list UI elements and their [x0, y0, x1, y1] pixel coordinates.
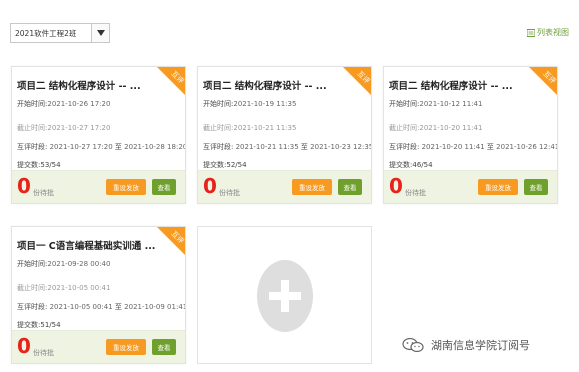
- view-button[interactable]: 查看: [152, 179, 176, 195]
- view-button[interactable]: 查看: [338, 179, 362, 195]
- reset-distribution-button[interactable]: 重设发放: [106, 339, 146, 355]
- review-period: 互评时段: 2021-10-27 17:20 至 2021-10-28 18:2…: [17, 143, 186, 151]
- pending-count: 0: [17, 334, 31, 358]
- view-button[interactable]: 查看: [524, 179, 548, 195]
- card-title[interactable]: 项目二 结构化程序设计 -- ...: [203, 78, 353, 92]
- card-footer: 0 份待批 重设发放 查看: [384, 170, 557, 203]
- list-view-label: 列表视图: [537, 28, 569, 37]
- deadline: 截止时间:2021-10-05 00:41: [17, 284, 111, 292]
- reset-distribution-button[interactable]: 重设发放: [478, 179, 518, 195]
- card-footer: 0 份待批 重设发放 查看: [198, 170, 371, 203]
- card-title[interactable]: 项目二 结构化程序设计 -- ...: [17, 78, 167, 92]
- card-footer: 0 份待批 重设发放 查看: [12, 330, 185, 363]
- watermark-text: 湖南信息学院订阅号: [431, 339, 530, 352]
- deadline: 截止时间:2021-10-20 11:41: [389, 124, 483, 132]
- class-select-value: 2021软件工程2班: [15, 28, 77, 38]
- start-time: 开始时间:2021-10-19 11:35: [203, 100, 297, 108]
- review-period: 互评时段: 2021-10-20 11:41 至 2021-10-26 12:4…: [389, 143, 558, 151]
- deadline: 截止时间:2021-10-21 11:35: [203, 124, 297, 132]
- pending-label: 份待批: [219, 189, 240, 197]
- peer-review-badge: 互评: [343, 67, 371, 95]
- submission-count: 提交数:53/54: [17, 161, 61, 169]
- pending-count: 0: [203, 174, 217, 198]
- start-time: 开始时间:2021-10-26 17:20: [17, 100, 111, 108]
- plus-icon: [257, 260, 313, 332]
- list-view-toggle[interactable]: 列表视图: [527, 27, 569, 38]
- pending-label: 份待批: [33, 189, 54, 197]
- peer-review-badge: 互评: [529, 67, 557, 95]
- review-period: 互评时段: 2021-10-05 00:41 至 2021-10-09 01:4…: [17, 303, 186, 311]
- class-select[interactable]: 2021软件工程2班: [10, 23, 110, 43]
- start-time: 开始时间:2021-10-12 11:41: [389, 100, 483, 108]
- add-assignment-card[interactable]: [197, 226, 372, 364]
- view-button[interactable]: 查看: [152, 339, 176, 355]
- peer-review-badge: 互评: [157, 227, 185, 255]
- pending-count: 0: [17, 174, 31, 198]
- review-period: 互评时段: 2021-10-21 11:35 至 2021-10-23 12:3…: [203, 143, 372, 151]
- card-title[interactable]: 项目一 C语言编程基础实训通 ...: [17, 238, 167, 252]
- wechat-watermark: 湖南信息学院订阅号: [402, 337, 530, 353]
- list-icon: [527, 28, 535, 37]
- submission-count: 提交数:51/54: [17, 321, 61, 329]
- deadline: 截止时间:2021-10-27 17:20: [17, 124, 111, 132]
- assignment-card: 项目一 C语言编程基础实训通 ... 互评 开始时间:2021-09-28 00…: [11, 226, 186, 364]
- card-footer: 0 份待批 重设发放 查看: [12, 170, 185, 203]
- reset-distribution-button[interactable]: 重设发放: [292, 179, 332, 195]
- start-time: 开始时间:2021-09-28 00:40: [17, 260, 111, 268]
- reset-distribution-button[interactable]: 重设发放: [106, 179, 146, 195]
- submission-count: 提交数:46/54: [389, 161, 433, 169]
- pending-count: 0: [389, 174, 403, 198]
- pending-label: 份待批: [33, 349, 54, 357]
- dropdown-arrow-icon[interactable]: [91, 24, 109, 42]
- assignment-card: 项目二 结构化程序设计 -- ... 互评 开始时间:2021-10-19 11…: [197, 66, 372, 204]
- submission-count: 提交数:52/54: [203, 161, 247, 169]
- peer-review-badge: 互评: [157, 67, 185, 95]
- wechat-logo-icon: [402, 338, 424, 352]
- pending-label: 份待批: [405, 189, 426, 197]
- assignment-card: 项目二 结构化程序设计 -- ... 互评 开始时间:2021-10-26 17…: [11, 66, 186, 204]
- card-title[interactable]: 项目二 结构化程序设计 -- ...: [389, 78, 539, 92]
- assignment-card: 项目二 结构化程序设计 -- ... 互评 开始时间:2021-10-12 11…: [383, 66, 558, 204]
